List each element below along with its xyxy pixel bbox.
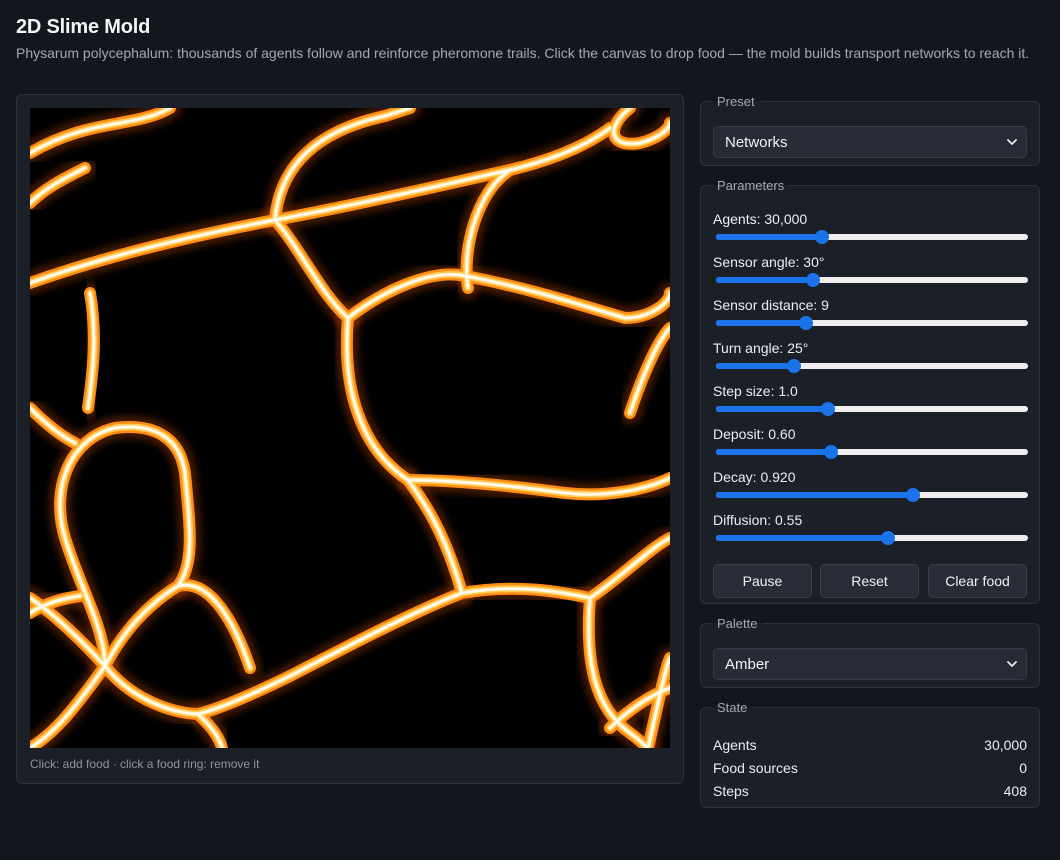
parameter-label: Turn angle: 25°	[713, 340, 809, 356]
slider-fill	[716, 492, 913, 498]
parameter-row: Agents: 30,000	[713, 211, 1029, 244]
slider-fill	[716, 406, 829, 412]
state-label: Steps	[713, 783, 749, 799]
parameter-label: Sensor angle: 30°	[713, 254, 825, 270]
preset-select[interactable]: Networks	[713, 126, 1027, 158]
slider-fill	[716, 320, 807, 326]
state-value: 408	[1003, 783, 1027, 799]
state-row: Steps 408	[713, 783, 1027, 801]
pause-button[interactable]: Pause	[713, 564, 812, 598]
state-value: 0	[1019, 760, 1027, 776]
parameters-legend: Parameters	[717, 178, 785, 193]
clear-food-button[interactable]: Clear food	[928, 564, 1027, 598]
slider-thumb[interactable]	[880, 531, 895, 545]
parameter-row: Step size: 1.0	[713, 383, 1029, 416]
preset-panel: Preset Networks	[700, 94, 1040, 166]
slider-fill	[716, 535, 888, 541]
slider-thumb[interactable]	[787, 359, 801, 373]
slider-thumb[interactable]	[905, 488, 920, 502]
palette-select[interactable]: Amber	[713, 648, 1027, 680]
page-title: 2D Slime Mold	[16, 16, 151, 38]
canvas-hint: Click: add food · click a food ring: rem…	[30, 757, 260, 771]
parameter-slider[interactable]	[716, 273, 1028, 287]
parameter-slider[interactable]	[716, 445, 1028, 459]
slider-fill	[716, 277, 813, 283]
parameter-label: Decay: 0.920	[713, 469, 796, 485]
slider-thumb[interactable]	[805, 273, 820, 287]
state-row: Agents 30,000	[713, 737, 1027, 755]
palette-legend: Palette	[717, 616, 758, 631]
state-panel: State Agents 30,000 Food sources 0 Steps 408	[700, 700, 1040, 808]
parameter-label: Deposit: 0.60	[713, 426, 796, 442]
parameter-row: Sensor angle: 30°	[713, 254, 1029, 287]
parameter-slider[interactable]	[716, 488, 1028, 502]
parameter-slider[interactable]	[716, 402, 1028, 416]
chevron-down-icon	[1007, 139, 1017, 145]
state-label: Food sources	[713, 760, 798, 776]
reset-button[interactable]: Reset	[820, 564, 919, 598]
parameter-slider[interactable]	[716, 359, 1028, 373]
slider-thumb[interactable]	[824, 445, 839, 459]
parameter-slider[interactable]	[716, 531, 1028, 545]
parameter-slider[interactable]	[716, 230, 1028, 244]
state-label: Agents	[713, 737, 757, 753]
slider-fill	[716, 449, 832, 455]
slider-thumb[interactable]	[821, 402, 836, 416]
page-subtitle: Physarum polycephalum: thousands of agen…	[16, 45, 1030, 61]
parameter-label: Sensor distance: 9	[713, 297, 829, 313]
preset-legend: Preset	[717, 94, 755, 109]
state-value: 30,000	[984, 737, 1027, 753]
chevron-down-icon	[1007, 661, 1017, 667]
parameters-panel: Parameters Agents: 30,000 Sensor angle: 3…	[700, 178, 1040, 604]
preset-select-value: Networks	[725, 133, 788, 151]
parameter-row: Diffusion: 0.55	[713, 512, 1029, 545]
parameter-row: Deposit: 0.60	[713, 426, 1029, 459]
palette-panel: Palette Amber	[700, 616, 1040, 688]
slider-fill	[716, 363, 794, 369]
parameter-row: Decay: 0.920	[713, 469, 1029, 502]
state-legend: State	[717, 700, 748, 715]
slider-thumb[interactable]	[815, 230, 830, 244]
slider-fill	[716, 234, 823, 240]
parameter-row: Sensor distance: 9	[713, 297, 1029, 330]
parameter-label: Step size: 1.0	[713, 383, 798, 399]
simulation-canvas[interactable]	[30, 108, 670, 748]
canvas-panel: Click: add food · click a food ring: rem…	[16, 94, 684, 784]
palette-select-value: Amber	[725, 655, 770, 673]
parameter-label: Agents: 30,000	[713, 211, 808, 227]
parameter-slider[interactable]	[716, 316, 1028, 330]
parameter-label: Diffusion: 0.55	[713, 512, 803, 528]
slider-thumb[interactable]	[799, 316, 814, 330]
parameter-row: Turn angle: 25°	[713, 340, 1029, 373]
state-row: Food sources 0	[713, 760, 1027, 778]
